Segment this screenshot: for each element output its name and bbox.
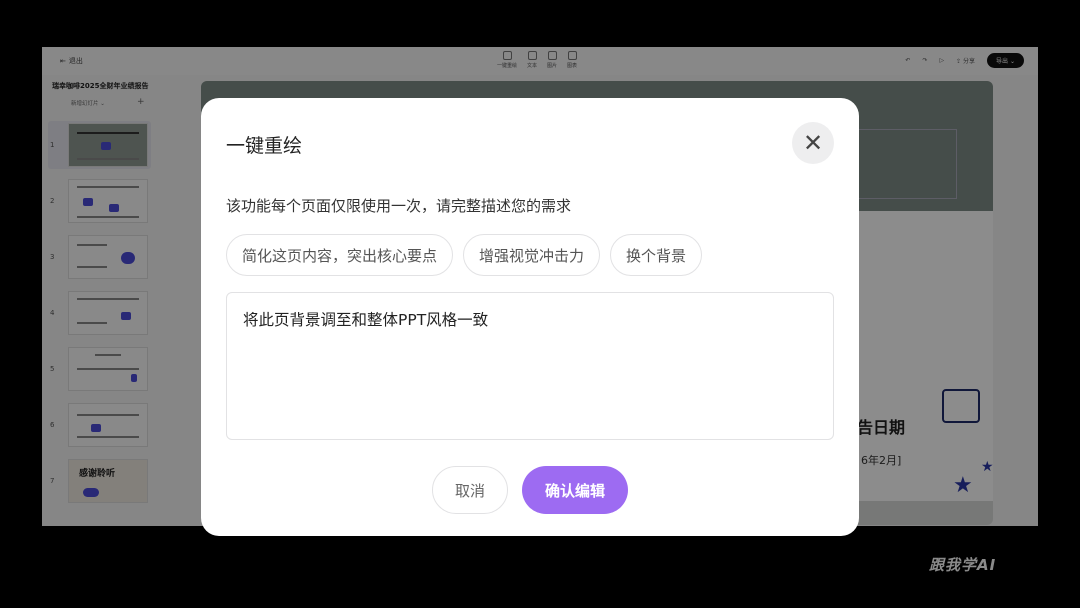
suggestion-chips: 简化这页内容，突出核心要点 增强视觉冲击力 换个背景 bbox=[226, 234, 703, 276]
requirement-input[interactable]: 将此页背景调至和整体PPT风格一致 bbox=[226, 292, 834, 440]
watermark: 跟我学AI bbox=[929, 556, 997, 574]
close-icon: ✕ bbox=[802, 129, 824, 157]
screen: ⇤ 退出 一键重绘 文本 图片 图表 ↶ ↷ ▷ ⇪ 分享 导出 ⌄ 瑞幸咖啡2… bbox=[0, 0, 1080, 608]
confirm-edit-button[interactable]: 确认编辑 bbox=[522, 466, 628, 514]
suggestion-chip[interactable]: 换个背景 bbox=[610, 234, 703, 276]
close-button[interactable]: ✕ bbox=[792, 122, 834, 164]
redraw-dialog: 一键重绘 ✕ 该功能每个页面仅限使用一次，请完整描述您的需求 简化这页内容，突出… bbox=[201, 98, 859, 536]
dialog-title: 一键重绘 bbox=[226, 135, 303, 157]
cancel-button[interactable]: 取消 bbox=[432, 466, 508, 514]
suggestion-chip[interactable]: 简化这页内容，突出核心要点 bbox=[226, 234, 454, 276]
suggestion-chip[interactable]: 增强视觉冲击力 bbox=[463, 234, 601, 276]
dialog-description: 该功能每个页面仅限使用一次，请完整描述您的需求 bbox=[226, 197, 572, 215]
